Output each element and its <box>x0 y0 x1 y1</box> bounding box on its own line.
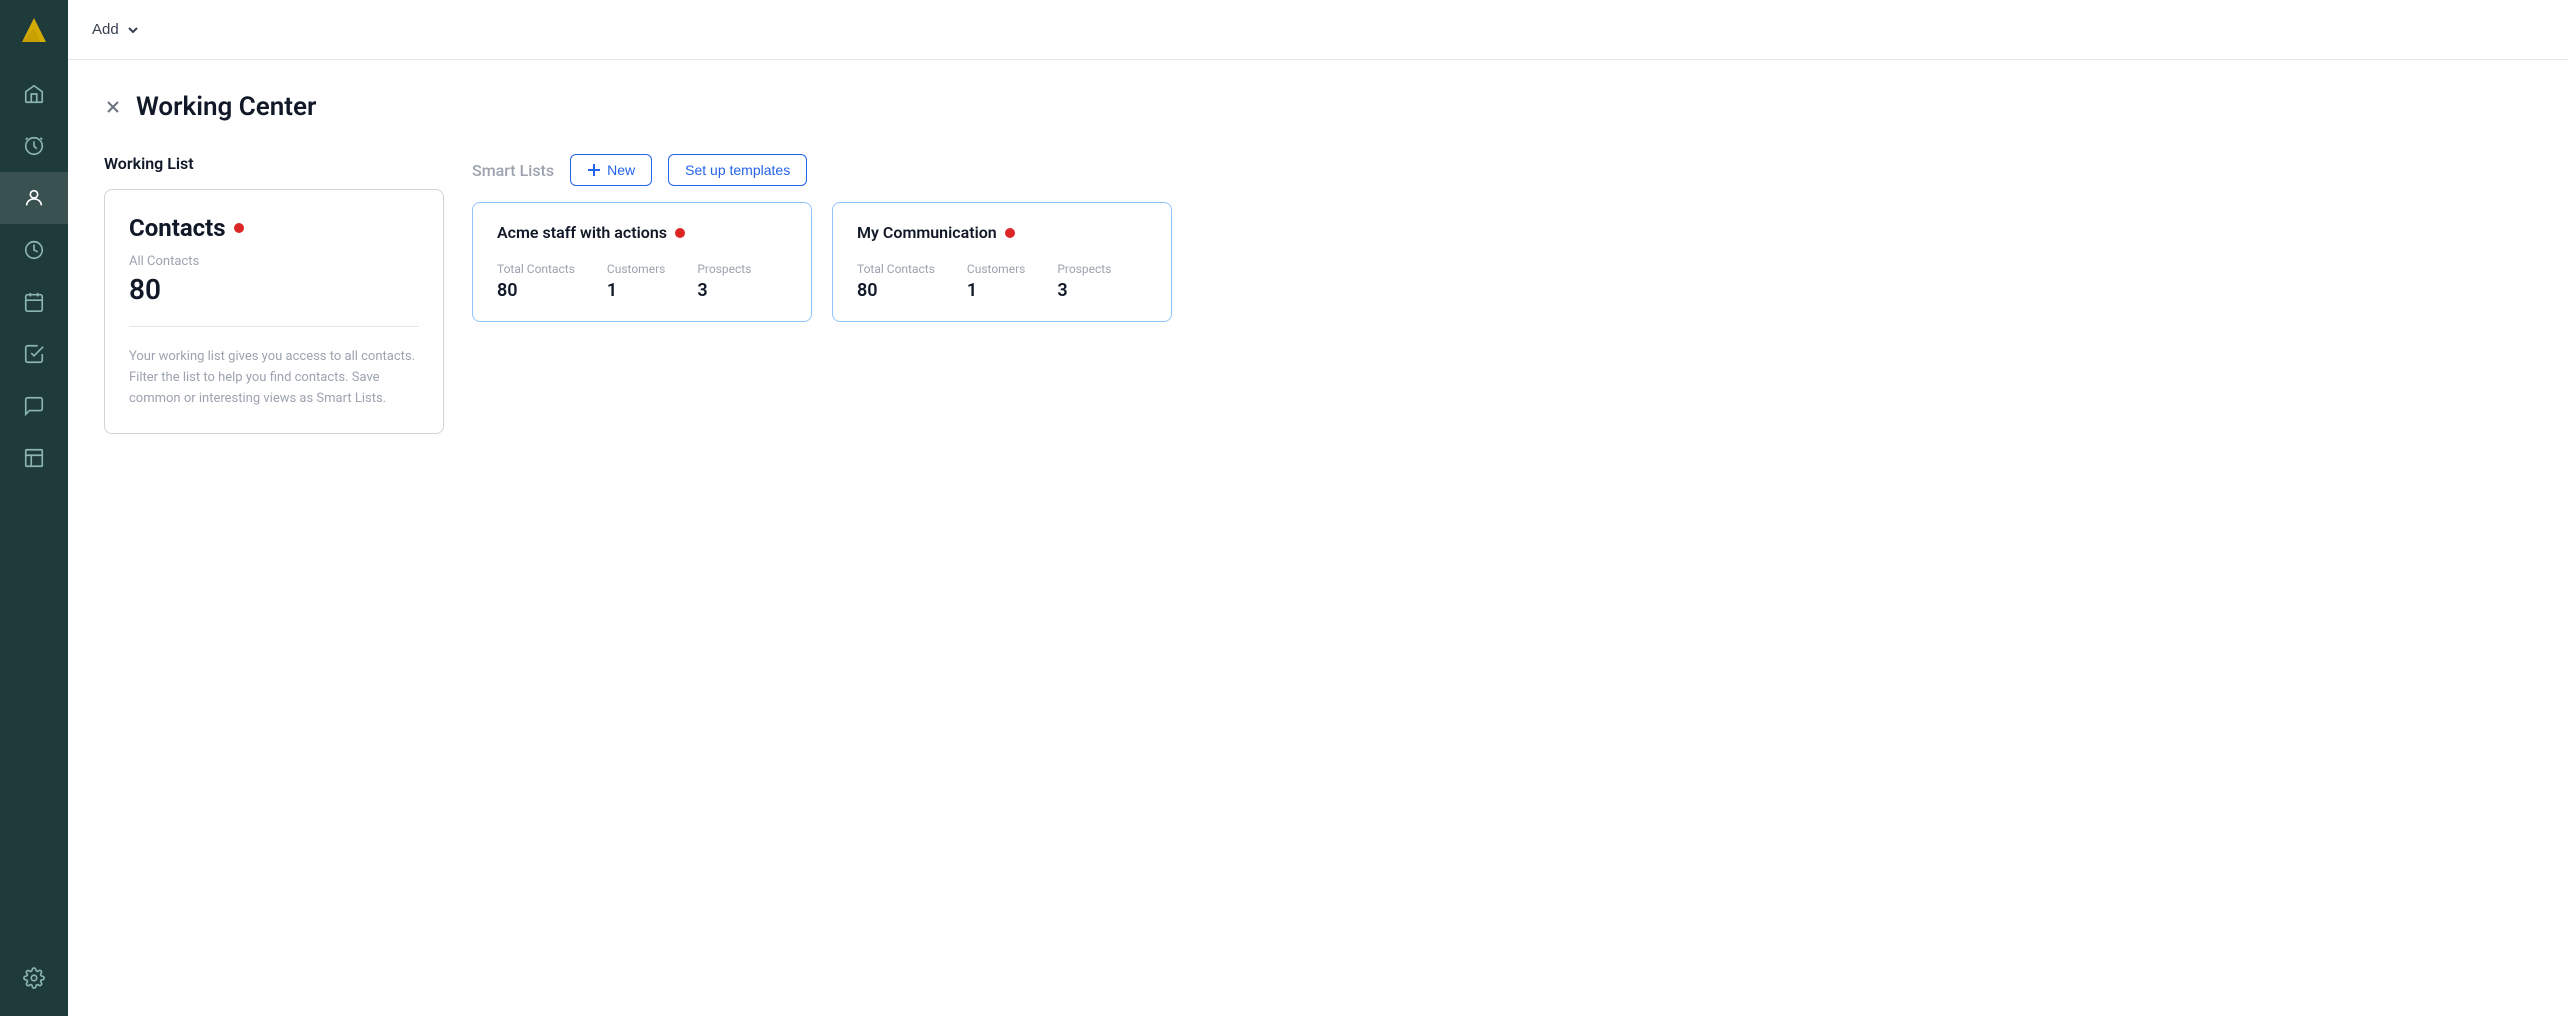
contacts-description: Your working list gives you access to al… <box>129 347 419 409</box>
set-up-templates-button[interactable]: Set up templates <box>668 154 807 186</box>
contacts-sub-label: All Contacts <box>129 254 419 269</box>
stat-label-customers-1: Customers <box>967 262 1025 276</box>
contacts-card[interactable]: Contacts All Contacts 80 Your working li… <box>104 189 444 434</box>
stat-label-customers-0: Customers <box>607 262 665 276</box>
stat-value-customers-1: 1 <box>967 280 1025 301</box>
smart-lists-section: Smart Lists New Set up templates <box>472 154 2532 322</box>
sidebar-item-activity[interactable] <box>0 120 68 172</box>
stat-value-total-0: 80 <box>497 280 575 301</box>
app-logo[interactable] <box>0 0 68 60</box>
stat-total-contacts-1: Total Contacts 80 <box>857 262 935 301</box>
stat-label-total-0: Total Contacts <box>497 262 575 276</box>
sidebar-item-reports[interactable] <box>0 432 68 484</box>
smart-card-0-header: Acme staff with actions <box>497 223 787 242</box>
smart-lists-header: Smart Lists New Set up templates <box>472 154 2532 186</box>
contacts-divider <box>129 326 419 327</box>
plus-icon <box>587 163 601 177</box>
working-list-section: Working List Contacts All Contacts 80 Yo… <box>104 154 444 434</box>
smart-cards-container: Acme staff with actions Total Contacts 8… <box>472 202 2532 322</box>
stat-label-prospects-0: Prospects <box>697 262 751 276</box>
page-title: Working Center <box>136 92 316 122</box>
smart-card-0-dot <box>675 228 685 238</box>
smart-card-1-stats: Total Contacts 80 Customers 1 Prospects … <box>857 262 1147 301</box>
smart-card-1-header: My Communication <box>857 223 1147 242</box>
contacts-card-header: Contacts <box>129 214 419 242</box>
templates-button-label: Set up templates <box>685 162 790 178</box>
contacts-count: 80 <box>129 273 419 306</box>
smart-card-0-title: Acme staff with actions <box>497 223 667 242</box>
sidebar-item-home[interactable] <box>0 68 68 120</box>
stat-label-total-1: Total Contacts <box>857 262 935 276</box>
stat-customers-1: Customers 1 <box>967 262 1025 301</box>
add-label: Add <box>92 21 119 38</box>
sidebar-item-calendar[interactable] <box>0 276 68 328</box>
close-icon <box>104 98 122 116</box>
smart-card-1[interactable]: My Communication Total Contacts 80 Custo… <box>832 202 1172 322</box>
smart-lists-title: Smart Lists <box>472 161 554 180</box>
main-area: Add Working Center Working List <box>68 0 2568 1016</box>
sidebar-bottom <box>23 952 45 1016</box>
sidebar-item-deals[interactable] <box>0 224 68 276</box>
stat-label-prospects-1: Prospects <box>1057 262 1111 276</box>
sidebar <box>0 0 68 1016</box>
stat-value-customers-0: 1 <box>607 280 665 301</box>
sidebar-item-messages[interactable] <box>0 380 68 432</box>
smart-card-1-title: My Communication <box>857 223 997 242</box>
sidebar-nav <box>0 60 68 952</box>
contacts-card-title: Contacts <box>129 214 226 242</box>
stat-customers-0: Customers 1 <box>607 262 665 301</box>
sidebar-item-contacts[interactable] <box>0 172 68 224</box>
new-button-label: New <box>607 162 635 178</box>
stat-prospects-0: Prospects 3 <box>697 262 751 301</box>
stat-value-prospects-0: 3 <box>697 280 751 301</box>
smart-card-1-dot <box>1005 228 1015 238</box>
stat-prospects-1: Prospects 3 <box>1057 262 1111 301</box>
contacts-status-dot <box>234 223 244 233</box>
working-list-title: Working List <box>104 154 444 173</box>
stat-total-contacts-0: Total Contacts 80 <box>497 262 575 301</box>
smart-card-0-stats: Total Contacts 80 Customers 1 Prospects … <box>497 262 787 301</box>
sections-container: Working List Contacts All Contacts 80 Yo… <box>104 154 2532 434</box>
close-button[interactable] <box>104 98 122 116</box>
sidebar-item-tasks[interactable] <box>0 328 68 380</box>
smart-card-0[interactable]: Acme staff with actions Total Contacts 8… <box>472 202 812 322</box>
new-smart-list-button[interactable]: New <box>570 154 652 186</box>
add-button[interactable]: Add <box>92 21 141 38</box>
stat-value-total-1: 80 <box>857 280 935 301</box>
chevron-down-icon <box>125 22 141 38</box>
sidebar-item-settings[interactable] <box>23 952 45 1004</box>
page-content: Working Center Working List Contacts All… <box>68 60 2568 1016</box>
page-header: Working Center <box>104 92 2532 122</box>
topbar: Add <box>68 0 2568 60</box>
stat-value-prospects-1: 3 <box>1057 280 1111 301</box>
